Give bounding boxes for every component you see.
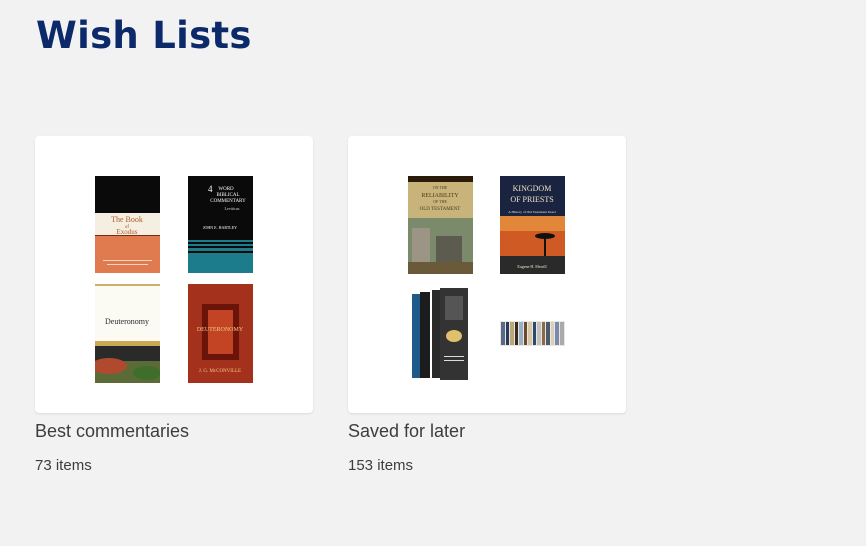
wishlist-saved-for-later[interactable]: ON THE RELIABILITY OF THE OLD TESTAMENT …	[348, 136, 626, 474]
cover-title-line: BIBLICAL	[216, 193, 239, 198]
cover-title-line: OLD TESTAMENT	[420, 207, 461, 212]
wishlist-name[interactable]: Best commentaries	[35, 421, 189, 442]
book-cover-deuteronomy-mcconville: DEUTERONOMY J. G. McCONVILLE	[188, 284, 253, 383]
book-cover-collection-spines	[500, 321, 565, 346]
book-cover-exodus: The Book of Exodus	[95, 176, 160, 273]
cover-title-line: The Book	[111, 215, 143, 224]
cover-title-line: Exodus	[117, 228, 138, 236]
cover-title-line: WORD	[218, 187, 234, 192]
cover-title-line: KINGDOM	[513, 184, 552, 193]
wishlist-best-commentaries[interactable]: The Book of Exodus 4 WORD BIBLICAL COMME…	[35, 136, 313, 474]
wishlist-card[interactable]: The Book of Exodus 4 WORD BIBLICAL COMME…	[35, 136, 313, 413]
cover-subtitle: A History of Old Testament Israel	[508, 210, 555, 214]
cover-author: Eugene H. Merrill	[517, 264, 547, 269]
cover-subtitle: Leviticus	[225, 206, 240, 211]
cover-title-line: ON THE	[433, 185, 448, 190]
wishlist-item-count: 73 items	[35, 457, 92, 474]
book-cover-reliability-ot: ON THE RELIABILITY OF THE OLD TESTAMENT	[408, 176, 473, 274]
wishlist-card[interactable]: ON THE RELIABILITY OF THE OLD TESTAMENT …	[348, 136, 626, 413]
book-cover-box-set	[408, 286, 474, 381]
cover-author: J. G. McCONVILLE	[199, 369, 241, 374]
book-cover-kingdom-of-priests: KINGDOM OF PRIESTS A History of Old Test…	[500, 176, 565, 274]
cover-author: JOHN E. HARTLEY	[203, 225, 237, 230]
page-title: Wish Lists	[36, 14, 252, 57]
wishlist-item-count: 153 items	[348, 457, 414, 474]
cover-volume-number: 4	[208, 184, 213, 194]
cover-title-line: OF THE	[433, 199, 447, 204]
book-cover-leviticus: 4 WORD BIBLICAL COMMENTARY Leviticus JOH…	[188, 176, 253, 273]
cover-title-line: DEUTERONOMY	[197, 327, 244, 333]
cover-title-line: Deuteronomy	[105, 317, 149, 326]
wishlist-name[interactable]: Saved for later	[348, 421, 465, 442]
book-cover-deuteronomy: Deuteronomy	[95, 284, 160, 383]
cover-title-line: COMMENTARY	[210, 199, 246, 204]
cover-title-line: OF PRIESTS	[510, 195, 553, 204]
